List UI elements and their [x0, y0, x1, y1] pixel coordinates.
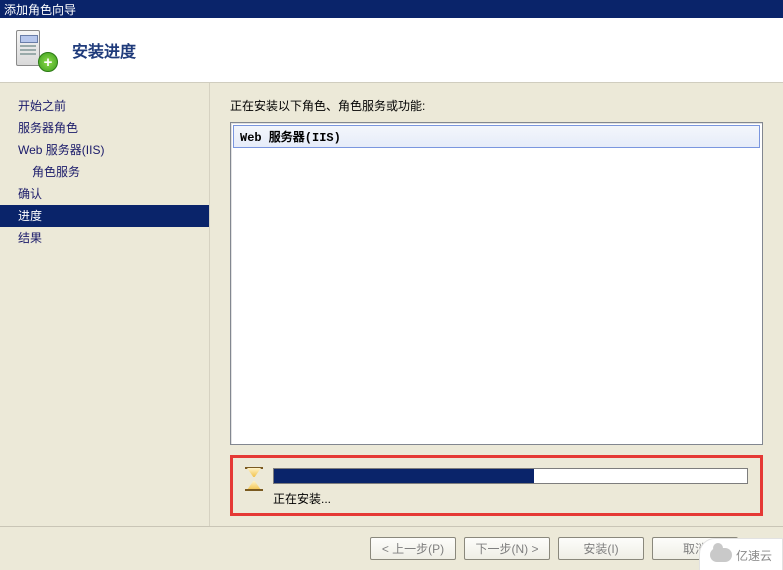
server-add-icon: +: [14, 28, 58, 72]
watermark-badge: 亿速云: [699, 538, 783, 570]
nav-role-services[interactable]: 角色服务: [0, 161, 209, 183]
wizard-body: 开始之前 服务器角色 Web 服务器(IIS) 角色服务 确认 进度 结果 正在…: [0, 83, 783, 526]
window-title: 添加角色向导: [4, 1, 76, 18]
roles-list: Web 服务器(IIS): [230, 122, 763, 445]
hourglass-icon: [245, 468, 263, 490]
previous-button[interactable]: < 上一步(P): [370, 537, 456, 560]
nav-server-roles[interactable]: 服务器角色: [0, 117, 209, 139]
nav-progress[interactable]: 进度: [0, 205, 209, 227]
next-button[interactable]: 下一步(N) >: [464, 537, 550, 560]
install-status-text: 正在安装...: [273, 490, 748, 507]
cloud-icon: [710, 548, 732, 562]
page-title: 安装进度: [72, 38, 136, 62]
installing-heading: 正在安装以下角色、角色服务或功能:: [230, 97, 763, 114]
install-progress-fill: [274, 469, 534, 483]
role-item-web-iis: Web 服务器(IIS): [233, 125, 760, 148]
nav-before-begin[interactable]: 开始之前: [0, 95, 209, 117]
wizard-sidebar: 开始之前 服务器角色 Web 服务器(IIS) 角色服务 确认 进度 结果: [0, 83, 210, 526]
nav-web-server-iis[interactable]: Web 服务器(IIS): [0, 139, 209, 161]
wizard-header: + 安装进度: [0, 18, 783, 83]
install-button[interactable]: 安装(I): [558, 537, 644, 560]
progress-section: 正在安装...: [230, 455, 763, 516]
wizard-window: 添加角色向导 + 安装进度 开始之前 服务器角色 Web 服务器(IIS) 角色…: [0, 0, 783, 570]
wizard-footer: < 上一步(P) 下一步(N) > 安装(I) 取消 亿速云: [0, 526, 783, 570]
nav-results[interactable]: 结果: [0, 227, 209, 249]
wizard-content: 正在安装以下角色、角色服务或功能: Web 服务器(IIS) 正在安装...: [210, 83, 783, 526]
nav-confirmation[interactable]: 确认: [0, 183, 209, 205]
title-bar: 添加角色向导: [0, 0, 783, 18]
install-progressbar: [273, 468, 748, 484]
watermark-text: 亿速云: [736, 547, 772, 564]
